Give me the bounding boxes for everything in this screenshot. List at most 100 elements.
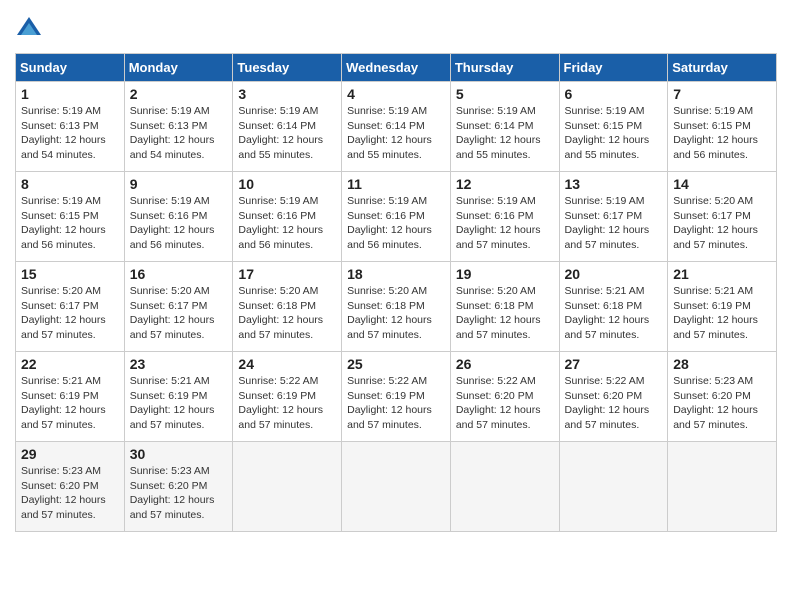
calendar-day-empty xyxy=(668,442,777,532)
day-info: Sunrise: 5:19 AMSunset: 6:15 PMDaylight:… xyxy=(673,104,771,163)
day-number: 29 xyxy=(21,446,119,462)
calendar-day-5: 5 Sunrise: 5:19 AMSunset: 6:14 PMDayligh… xyxy=(450,82,559,172)
calendar-day-11: 11 Sunrise: 5:19 AMSunset: 6:16 PMDaylig… xyxy=(342,172,451,262)
day-info: Sunrise: 5:20 AMSunset: 6:18 PMDaylight:… xyxy=(238,284,336,343)
header xyxy=(15,15,777,43)
calendar-header-tuesday: Tuesday xyxy=(233,54,342,82)
day-number: 2 xyxy=(130,86,228,102)
day-number: 11 xyxy=(347,176,445,192)
calendar-day-19: 19 Sunrise: 5:20 AMSunset: 6:18 PMDaylig… xyxy=(450,262,559,352)
calendar-week-3: 22 Sunrise: 5:21 AMSunset: 6:19 PMDaylig… xyxy=(16,352,777,442)
day-info: Sunrise: 5:19 AMSunset: 6:17 PMDaylight:… xyxy=(565,194,663,253)
calendar-header-wednesday: Wednesday xyxy=(342,54,451,82)
calendar-day-22: 22 Sunrise: 5:21 AMSunset: 6:19 PMDaylig… xyxy=(16,352,125,442)
calendar-day-15: 15 Sunrise: 5:20 AMSunset: 6:17 PMDaylig… xyxy=(16,262,125,352)
calendar-day-6: 6 Sunrise: 5:19 AMSunset: 6:15 PMDayligh… xyxy=(559,82,668,172)
day-info: Sunrise: 5:20 AMSunset: 6:17 PMDaylight:… xyxy=(673,194,771,253)
day-info: Sunrise: 5:22 AMSunset: 6:19 PMDaylight:… xyxy=(347,374,445,433)
day-info: Sunrise: 5:19 AMSunset: 6:14 PMDaylight:… xyxy=(347,104,445,163)
day-number: 21 xyxy=(673,266,771,282)
day-number: 22 xyxy=(21,356,119,372)
day-number: 27 xyxy=(565,356,663,372)
day-info: Sunrise: 5:21 AMSunset: 6:18 PMDaylight:… xyxy=(565,284,663,343)
day-info: Sunrise: 5:19 AMSunset: 6:16 PMDaylight:… xyxy=(130,194,228,253)
day-info: Sunrise: 5:22 AMSunset: 6:20 PMDaylight:… xyxy=(565,374,663,433)
day-number: 28 xyxy=(673,356,771,372)
day-number: 25 xyxy=(347,356,445,372)
calendar-week-1: 8 Sunrise: 5:19 AMSunset: 6:15 PMDayligh… xyxy=(16,172,777,262)
day-info: Sunrise: 5:19 AMSunset: 6:14 PMDaylight:… xyxy=(238,104,336,163)
day-info: Sunrise: 5:21 AMSunset: 6:19 PMDaylight:… xyxy=(21,374,119,433)
day-info: Sunrise: 5:20 AMSunset: 6:17 PMDaylight:… xyxy=(21,284,119,343)
day-number: 1 xyxy=(21,86,119,102)
calendar-day-empty xyxy=(559,442,668,532)
day-info: Sunrise: 5:23 AMSunset: 6:20 PMDaylight:… xyxy=(130,464,228,523)
day-number: 4 xyxy=(347,86,445,102)
day-number: 24 xyxy=(238,356,336,372)
calendar-day-12: 12 Sunrise: 5:19 AMSunset: 6:16 PMDaylig… xyxy=(450,172,559,262)
calendar-header-sunday: Sunday xyxy=(16,54,125,82)
calendar-day-30: 30 Sunrise: 5:23 AMSunset: 6:20 PMDaylig… xyxy=(124,442,233,532)
calendar-week-0: 1 Sunrise: 5:19 AMSunset: 6:13 PMDayligh… xyxy=(16,82,777,172)
day-info: Sunrise: 5:19 AMSunset: 6:13 PMDaylight:… xyxy=(21,104,119,163)
day-info: Sunrise: 5:19 AMSunset: 6:14 PMDaylight:… xyxy=(456,104,554,163)
calendar-day-9: 9 Sunrise: 5:19 AMSunset: 6:16 PMDayligh… xyxy=(124,172,233,262)
day-number: 30 xyxy=(130,446,228,462)
calendar-day-1: 1 Sunrise: 5:19 AMSunset: 6:13 PMDayligh… xyxy=(16,82,125,172)
calendar-table: SundayMondayTuesdayWednesdayThursdayFrid… xyxy=(15,53,777,532)
day-number: 8 xyxy=(21,176,119,192)
day-info: Sunrise: 5:21 AMSunset: 6:19 PMDaylight:… xyxy=(130,374,228,433)
calendar-day-24: 24 Sunrise: 5:22 AMSunset: 6:19 PMDaylig… xyxy=(233,352,342,442)
day-info: Sunrise: 5:22 AMSunset: 6:19 PMDaylight:… xyxy=(238,374,336,433)
calendar-day-2: 2 Sunrise: 5:19 AMSunset: 6:13 PMDayligh… xyxy=(124,82,233,172)
day-number: 23 xyxy=(130,356,228,372)
calendar-day-17: 17 Sunrise: 5:20 AMSunset: 6:18 PMDaylig… xyxy=(233,262,342,352)
calendar-day-4: 4 Sunrise: 5:19 AMSunset: 6:14 PMDayligh… xyxy=(342,82,451,172)
day-info: Sunrise: 5:23 AMSunset: 6:20 PMDaylight:… xyxy=(673,374,771,433)
day-info: Sunrise: 5:19 AMSunset: 6:15 PMDaylight:… xyxy=(565,104,663,163)
calendar-week-4: 29 Sunrise: 5:23 AMSunset: 6:20 PMDaylig… xyxy=(16,442,777,532)
calendar-day-21: 21 Sunrise: 5:21 AMSunset: 6:19 PMDaylig… xyxy=(668,262,777,352)
calendar-day-27: 27 Sunrise: 5:22 AMSunset: 6:20 PMDaylig… xyxy=(559,352,668,442)
day-info: Sunrise: 5:20 AMSunset: 6:18 PMDaylight:… xyxy=(456,284,554,343)
day-number: 26 xyxy=(456,356,554,372)
day-number: 20 xyxy=(565,266,663,282)
calendar-day-18: 18 Sunrise: 5:20 AMSunset: 6:18 PMDaylig… xyxy=(342,262,451,352)
calendar-day-14: 14 Sunrise: 5:20 AMSunset: 6:17 PMDaylig… xyxy=(668,172,777,262)
day-info: Sunrise: 5:23 AMSunset: 6:20 PMDaylight:… xyxy=(21,464,119,523)
calendar-day-20: 20 Sunrise: 5:21 AMSunset: 6:18 PMDaylig… xyxy=(559,262,668,352)
calendar-day-16: 16 Sunrise: 5:20 AMSunset: 6:17 PMDaylig… xyxy=(124,262,233,352)
day-info: Sunrise: 5:19 AMSunset: 6:15 PMDaylight:… xyxy=(21,194,119,253)
calendar-day-13: 13 Sunrise: 5:19 AMSunset: 6:17 PMDaylig… xyxy=(559,172,668,262)
day-info: Sunrise: 5:21 AMSunset: 6:19 PMDaylight:… xyxy=(673,284,771,343)
day-info: Sunrise: 5:19 AMSunset: 6:13 PMDaylight:… xyxy=(130,104,228,163)
logo-icon xyxy=(15,15,43,43)
day-number: 9 xyxy=(130,176,228,192)
day-info: Sunrise: 5:19 AMSunset: 6:16 PMDaylight:… xyxy=(347,194,445,253)
day-info: Sunrise: 5:20 AMSunset: 6:18 PMDaylight:… xyxy=(347,284,445,343)
calendar-header-friday: Friday xyxy=(559,54,668,82)
day-number: 17 xyxy=(238,266,336,282)
calendar-day-26: 26 Sunrise: 5:22 AMSunset: 6:20 PMDaylig… xyxy=(450,352,559,442)
calendar-day-29: 29 Sunrise: 5:23 AMSunset: 6:20 PMDaylig… xyxy=(16,442,125,532)
calendar-week-2: 15 Sunrise: 5:20 AMSunset: 6:17 PMDaylig… xyxy=(16,262,777,352)
day-number: 14 xyxy=(673,176,771,192)
day-number: 19 xyxy=(456,266,554,282)
day-number: 7 xyxy=(673,86,771,102)
day-number: 15 xyxy=(21,266,119,282)
day-number: 13 xyxy=(565,176,663,192)
calendar-header-row: SundayMondayTuesdayWednesdayThursdayFrid… xyxy=(16,54,777,82)
calendar-day-empty xyxy=(342,442,451,532)
calendar-day-empty xyxy=(233,442,342,532)
day-info: Sunrise: 5:22 AMSunset: 6:20 PMDaylight:… xyxy=(456,374,554,433)
calendar-day-8: 8 Sunrise: 5:19 AMSunset: 6:15 PMDayligh… xyxy=(16,172,125,262)
day-info: Sunrise: 5:19 AMSunset: 6:16 PMDaylight:… xyxy=(238,194,336,253)
day-info: Sunrise: 5:19 AMSunset: 6:16 PMDaylight:… xyxy=(456,194,554,253)
calendar-day-7: 7 Sunrise: 5:19 AMSunset: 6:15 PMDayligh… xyxy=(668,82,777,172)
calendar-day-28: 28 Sunrise: 5:23 AMSunset: 6:20 PMDaylig… xyxy=(668,352,777,442)
calendar-day-3: 3 Sunrise: 5:19 AMSunset: 6:14 PMDayligh… xyxy=(233,82,342,172)
calendar-day-23: 23 Sunrise: 5:21 AMSunset: 6:19 PMDaylig… xyxy=(124,352,233,442)
day-number: 10 xyxy=(238,176,336,192)
logo xyxy=(15,15,45,43)
day-number: 6 xyxy=(565,86,663,102)
